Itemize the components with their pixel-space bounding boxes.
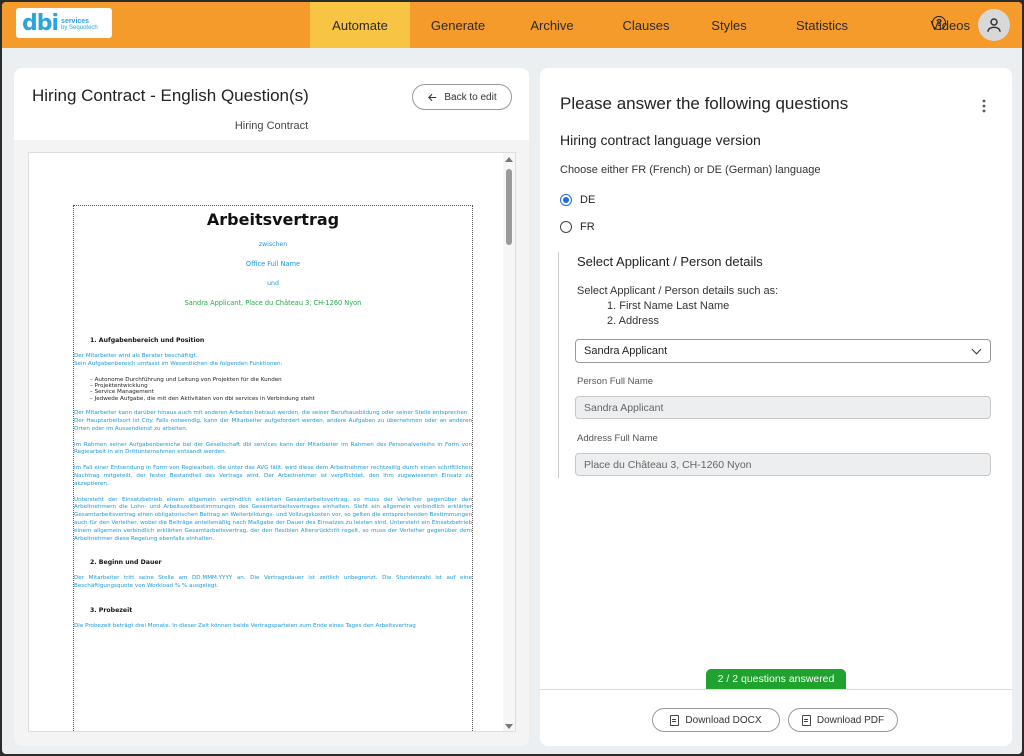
radio-option-fr[interactable]: FR bbox=[560, 221, 595, 233]
document-viewer: Arbeitsvertrag zwischen Office Full Name… bbox=[14, 140, 529, 746]
download-docx-label: Download DOCX bbox=[685, 714, 762, 726]
download-footer: Download DOCX Download PDF bbox=[540, 689, 1012, 746]
applicant-question-desc: Select Applicant / Person details such a… bbox=[577, 284, 778, 329]
download-pdf-label: Download PDF bbox=[816, 714, 885, 726]
nav-statistics[interactable]: Statistics bbox=[764, 2, 880, 48]
doc-paragraph: Im Rahmen seiner Aufgabenbereiche bei de… bbox=[74, 441, 472, 456]
doc-heading: Arbeitsvertrag bbox=[206, 210, 340, 229]
user-icon bbox=[987, 18, 1001, 32]
user-avatar[interactable] bbox=[978, 9, 1010, 41]
back-to-edit-button[interactable]: Back to edit bbox=[412, 84, 512, 110]
question-language-hint: Choose either FR (French) or DE (German)… bbox=[560, 164, 821, 176]
doc-paragraph: Sein Aufgabenbereich umfasst im Wesentli… bbox=[74, 360, 283, 367]
questions-title: Please answer the following questions bbox=[560, 94, 849, 113]
chevron-down-icon bbox=[971, 344, 982, 355]
arrow-left-icon bbox=[428, 93, 437, 101]
radio-de[interactable] bbox=[560, 194, 572, 206]
doc-paragraph: Der Mitarbeiter kann darüber hinaus auch… bbox=[74, 410, 470, 417]
applicant-desc-text: Select Applicant / Person details such a… bbox=[577, 285, 779, 297]
scrollbar-thumb[interactable] bbox=[506, 169, 512, 245]
questions-panel: Please answer the following questions Hi… bbox=[540, 68, 1012, 746]
dbi-logo[interactable]: dbi services by Sequotech bbox=[16, 8, 112, 38]
top-bar: dbi services by Sequotech Automate Genera… bbox=[2, 2, 1022, 48]
radio-fr-label: FR bbox=[580, 221, 595, 233]
app-window: dbi services by Sequotech Automate Genera… bbox=[2, 2, 1022, 754]
nav-archive[interactable]: Archive bbox=[506, 2, 598, 48]
document-content: Arbeitsvertrag zwischen Office Full Name… bbox=[73, 205, 473, 731]
scroll-up-arrow-icon[interactable] bbox=[505, 157, 513, 162]
document-icon bbox=[670, 714, 680, 726]
help-icon[interactable]: ? bbox=[932, 16, 946, 30]
person-full-name-value: Sandra Applicant bbox=[584, 401, 664, 414]
person-full-name-field[interactable]: Sandra Applicant bbox=[575, 396, 991, 419]
document-icon bbox=[801, 714, 811, 726]
doc-paragraph: Untersteht der Einsatzbetrieb einem allg… bbox=[74, 496, 472, 542]
document-preview-panel: Hiring Contract - English Question(s) Ba… bbox=[14, 68, 529, 746]
applicant-desc-item: 1. First Name Last Name bbox=[607, 300, 730, 312]
radio-option-de[interactable]: DE bbox=[560, 194, 595, 206]
questions-progress-badge: 2 / 2 questions answered bbox=[706, 669, 846, 689]
doc-section-1: 1. Aufgabenbereich und Position bbox=[90, 337, 205, 344]
address-full-name-value: Place du Château 3, CH-1260 Nyon bbox=[584, 458, 752, 471]
applicant-select[interactable]: Sandra Applicant bbox=[575, 339, 991, 363]
nav-styles[interactable]: Styles bbox=[694, 2, 764, 48]
doc-list-item: – Jedwede Aufgabe, die mit den Aktivität… bbox=[90, 395, 315, 402]
logo-sub-top: services bbox=[61, 18, 90, 25]
nav-generate[interactable]: Generate bbox=[410, 2, 506, 48]
person-full-name-label: Person Full Name bbox=[577, 376, 654, 387]
radio-de-label: DE bbox=[580, 194, 596, 206]
document-name: Hiring Contract bbox=[234, 120, 309, 132]
doc-list: – Autonome Durchführung und Leitung von … bbox=[90, 377, 472, 403]
back-to-edit-label: Back to edit bbox=[444, 91, 497, 103]
radio-fr[interactable] bbox=[560, 221, 572, 233]
nav-videos[interactable]: Videos bbox=[880, 2, 970, 48]
page-title: Hiring Contract - English Question(s) bbox=[32, 86, 309, 105]
question-language-title: Hiring contract language version bbox=[560, 132, 761, 148]
doc-between: zwischen bbox=[258, 241, 288, 248]
logo-mark: dbi bbox=[22, 10, 59, 36]
scroll-down-arrow-icon[interactable] bbox=[505, 724, 513, 729]
doc-paragraph: Die Probezeit beträgt drei Monate. In di… bbox=[74, 622, 416, 629]
doc-paragraph: Der Mitarbeiter tritt seine Stelle am DD… bbox=[74, 575, 472, 590]
doc-paragraph: Der Mitarbeiter wird als Berater beschäf… bbox=[74, 353, 198, 359]
applicant-question-block: Select Applicant / Person details Select… bbox=[558, 252, 994, 478]
download-docx-button[interactable]: Download DOCX bbox=[652, 708, 780, 732]
doc-and: und bbox=[267, 280, 279, 287]
logo-subtitle: services by Sequotech bbox=[61, 18, 98, 32]
address-full-name-label: Address Full Name bbox=[577, 433, 658, 444]
doc-party1: Office Full Name bbox=[245, 260, 301, 268]
doc-party2: Sandra Applicant, Place du Château 3, CH… bbox=[184, 299, 362, 307]
document-page[interactable]: Arbeitsvertrag zwischen Office Full Name… bbox=[28, 152, 516, 732]
logo-sub-bottom: by Sequotech bbox=[61, 25, 98, 31]
applicant-desc-item: 2. Address bbox=[607, 315, 659, 327]
applicant-question-title: Select Applicant / Person details bbox=[577, 254, 763, 269]
download-pdf-button[interactable]: Download PDF bbox=[788, 708, 898, 732]
more-options-icon[interactable] bbox=[982, 99, 986, 113]
doc-section-3: 3. Probezeit bbox=[90, 606, 133, 614]
applicant-select-value: Sandra Applicant bbox=[584, 345, 668, 357]
document-scrollbar[interactable] bbox=[503, 153, 515, 731]
doc-paragraph: Im Fall einer Entsendung in Form von Reg… bbox=[74, 465, 472, 487]
doc-section-2: 2. Beginn und Dauer bbox=[90, 559, 162, 567]
nav-clauses[interactable]: Clauses bbox=[598, 2, 694, 48]
address-full-name-field[interactable]: Place du Château 3, CH-1260 Nyon bbox=[575, 453, 991, 476]
nav-automate[interactable]: Automate bbox=[310, 2, 410, 48]
doc-paragraph: Der Hauptarbeitsort ist City. Falls notw… bbox=[74, 418, 472, 432]
main-nav: Automate Generate Archive Clauses Styles… bbox=[310, 2, 970, 48]
